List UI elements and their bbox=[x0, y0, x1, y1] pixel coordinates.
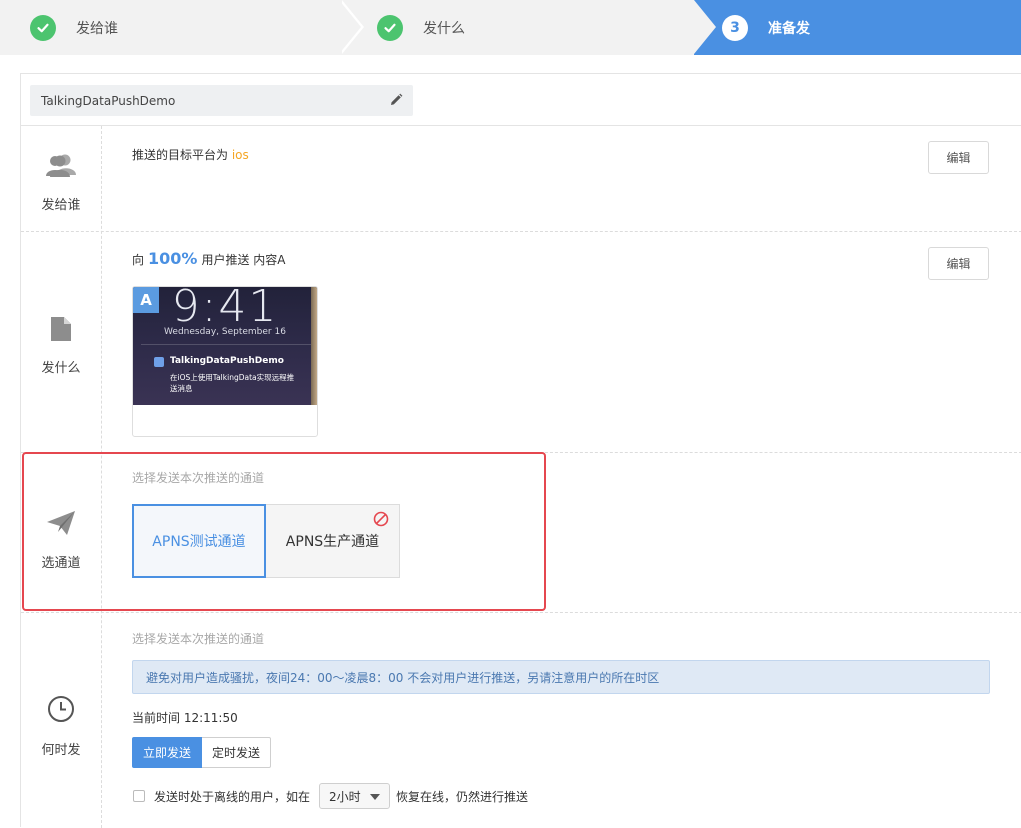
section-label: 选通道 bbox=[41, 556, 81, 571]
app-icon bbox=[154, 357, 164, 367]
progress-stepper: 发给谁 发什么 3 准备发 bbox=[0, 0, 1021, 55]
check-icon bbox=[30, 14, 56, 41]
step-label: 发什么 bbox=[423, 20, 465, 37]
offline-retry-suffix: 恢复在线，仍然进行推送 bbox=[396, 790, 529, 804]
users-icon bbox=[46, 154, 76, 182]
audience-percent: 100% bbox=[148, 249, 198, 268]
audience-suffix: 用户推送 内容A bbox=[201, 253, 286, 267]
content-badge: A bbox=[133, 287, 159, 313]
send-scheduled-button[interactable]: 定时发送 bbox=[202, 737, 272, 768]
audience-prefix: 向 bbox=[132, 253, 145, 267]
current-time-value: 12:11:50 bbox=[183, 711, 238, 725]
ban-icon bbox=[373, 511, 389, 531]
lockscreen-image: 9:41 Wednesday, September 16 TalkingData… bbox=[133, 287, 317, 405]
step-divider bbox=[339, 0, 361, 54]
quiet-hours-notice: 避免对用户造成骚扰，夜间24：00～凌晨8：00 不会对用户进行推送，另请注意用… bbox=[132, 660, 990, 694]
target-platform-text: 推送的目标平台为 ios bbox=[132, 146, 249, 163]
notification-preview[interactable]: 9:41 Wednesday, September 16 TalkingData… bbox=[132, 286, 318, 437]
send-now-button[interactable]: 立即发送 bbox=[132, 737, 203, 768]
section-divider bbox=[21, 612, 1021, 613]
step-what[interactable]: 发什么 bbox=[377, 0, 465, 55]
chevron-down-icon bbox=[370, 794, 380, 800]
document-icon bbox=[51, 317, 71, 345]
when-hint: 选择发送本次推送的通道 bbox=[132, 632, 265, 646]
step-who[interactable]: 发给谁 bbox=[30, 0, 118, 55]
step-number: 3 bbox=[722, 14, 748, 41]
send-mode-toggle: 立即发送 定时发送 bbox=[132, 737, 272, 768]
offline-window-select[interactable]: 2小时 bbox=[319, 783, 390, 809]
notification-title: TalkingDataPushDemo bbox=[170, 356, 284, 366]
current-time: 当前时间 12:11:50 bbox=[132, 709, 238, 726]
lockscreen-time: 9:41 bbox=[171, 286, 279, 332]
paper-plane-icon bbox=[46, 510, 76, 540]
section-channel-header: 选通道 bbox=[21, 510, 101, 571]
audience-text: 向 100% 用户推送 内容A bbox=[132, 249, 285, 268]
section-label: 何时发 bbox=[41, 743, 81, 758]
divider bbox=[141, 344, 311, 345]
section-what-header: 发什么 bbox=[21, 317, 101, 376]
offline-retry-prefix: 发送时处于离线的用户，如在 bbox=[154, 790, 311, 804]
push-summary-panel: TalkingDataPushDemo 发给谁 推送的目标平台为 ios 编辑 … bbox=[20, 73, 1021, 828]
notification-body: 在iOS上使用TalkingData实现远程推送消息 bbox=[170, 373, 295, 393]
clock-icon bbox=[47, 695, 75, 727]
section-label: 发什么 bbox=[41, 361, 81, 376]
channel-hint: 选择发送本次推送的通道 bbox=[132, 471, 265, 485]
section-divider bbox=[21, 231, 1021, 232]
app-name: TalkingDataPushDemo bbox=[41, 93, 176, 108]
channel-option-apns-test[interactable]: APNS测试通道 bbox=[132, 504, 266, 578]
target-platform-prefix: 推送的目标平台为 bbox=[132, 148, 229, 162]
offline-window-value: 2小时 bbox=[329, 789, 361, 804]
section-when-header: 何时发 bbox=[21, 695, 101, 758]
section-who-header: 发给谁 bbox=[21, 154, 101, 213]
app-name-field[interactable]: TalkingDataPushDemo bbox=[30, 85, 413, 116]
lockscreen-date: Wednesday, September 16 bbox=[164, 327, 286, 337]
step-ready[interactable]: 3 准备发 bbox=[722, 0, 810, 55]
pencil-icon[interactable] bbox=[389, 93, 403, 110]
step-label: 发给谁 bbox=[76, 20, 118, 37]
section-label: 发给谁 bbox=[41, 198, 81, 213]
current-time-label: 当前时间 bbox=[132, 711, 181, 725]
offline-retry-checkbox[interactable] bbox=[133, 790, 145, 802]
divider bbox=[21, 125, 1021, 126]
step-label: 准备发 bbox=[768, 20, 810, 37]
edit-what-button[interactable]: 编辑 bbox=[928, 247, 989, 280]
step-divider bbox=[694, 0, 716, 54]
target-platform-value: ios bbox=[231, 148, 249, 162]
check-icon bbox=[377, 14, 403, 41]
edit-who-button[interactable]: 编辑 bbox=[928, 141, 989, 174]
